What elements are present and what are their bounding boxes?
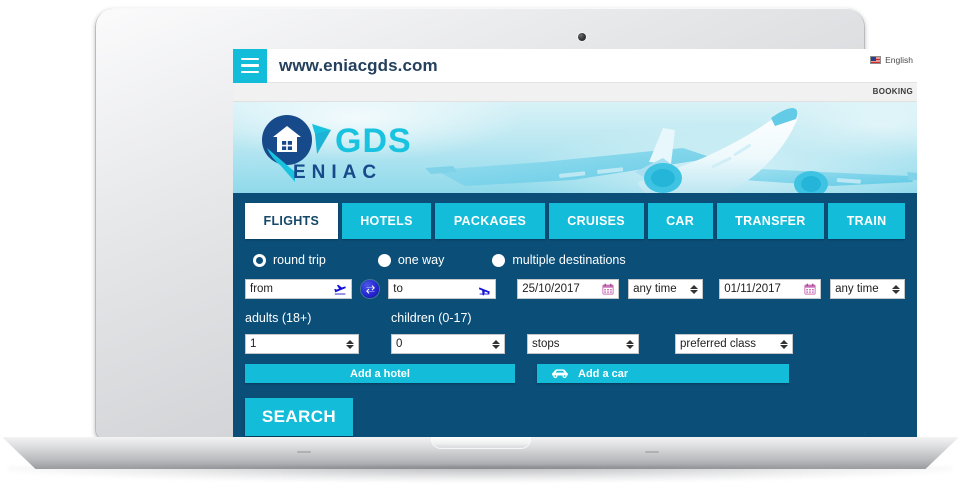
destination-input[interactable]: to (388, 279, 496, 299)
add-hotel-label: Add a hotel (350, 367, 410, 380)
return-time-value: any time (835, 283, 879, 295)
radio-round-trip-icon (253, 253, 266, 267)
radio-one-way[interactable]: one way (377, 253, 445, 267)
calendar-icon[interactable] (804, 283, 816, 295)
passenger-labels-row: adults (18+) children (0-17) (245, 311, 905, 325)
site-logo[interactable]: GDS ENIAC (251, 110, 416, 188)
stops-select[interactable]: stops (527, 334, 639, 354)
webcam-icon (578, 33, 586, 41)
depart-date-input[interactable]: 25/10/2017 (517, 279, 620, 299)
radio-multiple-destinations-label: multiple destinations (512, 253, 626, 267)
tab-cruises[interactable]: CRUISES (548, 203, 644, 239)
preferred-class-stepper-icon[interactable] (779, 338, 788, 351)
preferred-class-value: preferred class (680, 338, 757, 350)
return-date-input[interactable]: 01/11/2017 (719, 279, 822, 299)
laptop-lid: www.eniacgds.com English BOOKING GDS ENI… (95, 8, 917, 448)
tab-train[interactable]: TRAIN (828, 203, 905, 239)
adults-value: 1 (250, 338, 257, 350)
radio-multiple-destinations[interactable]: multiple destinations (492, 253, 626, 267)
adults-stepper-icon[interactable] (345, 338, 354, 351)
depart-time-value: any time (633, 283, 677, 295)
add-hotel-button[interactable]: Add a hotel (245, 364, 515, 383)
return-date-value: 01/11/2017 (724, 283, 781, 295)
laptop-base-vent-left (297, 451, 311, 453)
adults-stepper[interactable]: 1 (245, 334, 359, 354)
calendar-icon[interactable] (602, 283, 614, 295)
origin-input[interactable]: from (245, 279, 353, 299)
laptop-trackpad-notch (431, 437, 531, 449)
laptop-screen: www.eniacgds.com English BOOKING GDS ENI… (233, 49, 917, 448)
addons-row: Add a hotel Add a car (245, 364, 905, 383)
tab-flights[interactable]: FLIGHTS (245, 203, 338, 239)
booking-panel: FLIGHTS HOTELS PACKAGES CRUISES CAR TRAN… (233, 193, 917, 448)
laptop-shadow (8, 466, 953, 482)
site-header: www.eniacgds.com English (233, 49, 917, 83)
plane-arrival-icon (478, 286, 490, 295)
tab-car[interactable]: CAR (647, 203, 713, 239)
tab-packages[interactable]: PACKAGES (435, 203, 545, 239)
car-icon (552, 369, 568, 379)
depart-date-value: 25/10/2017 (522, 283, 580, 295)
hero-banner: GDS ENIAC (233, 102, 917, 193)
radio-round-trip-label: round trip (273, 253, 326, 267)
stops-value: stops (532, 338, 560, 350)
stops-stepper-icon[interactable] (625, 338, 634, 351)
depart-time-select[interactable]: any time (628, 279, 703, 299)
search-button[interactable]: SEARCH (245, 398, 353, 436)
return-time-select[interactable]: any time (830, 279, 905, 299)
radio-multiple-destinations-icon (492, 253, 506, 267)
language-label: English (885, 55, 913, 65)
booking-nav-item[interactable]: BOOKING (873, 87, 913, 96)
radio-one-way-label: one way (397, 253, 445, 267)
svg-text:GDS: GDS (335, 122, 412, 160)
passenger-and-options-row: 1 0 stops preferred class (245, 334, 905, 354)
children-label: children (0-17) (391, 311, 472, 325)
children-stepper-icon[interactable] (491, 338, 500, 351)
adults-label: adults (18+) (245, 311, 312, 325)
trip-type-group: round trip one way multiple destinations (245, 250, 905, 270)
route-and-dates-row: from to 25/10/2017 any time 01/11/2017 a… (245, 279, 905, 299)
site-url: www.eniacgds.com (279, 55, 438, 75)
swap-button[interactable] (361, 280, 380, 298)
return-time-stepper-icon[interactable] (891, 283, 900, 296)
destination-value: to (393, 283, 403, 295)
svg-text:ENIAC: ENIAC (293, 162, 382, 183)
airplane-photo (425, 108, 917, 193)
service-tabs: FLIGHTS HOTELS PACKAGES CRUISES CAR TRAN… (245, 203, 905, 239)
plane-departure-icon (334, 284, 347, 294)
add-car-button[interactable]: Add a car (537, 364, 789, 383)
depart-time-stepper-icon[interactable] (689, 283, 698, 296)
laptop-base-vent-right (645, 451, 659, 453)
swap-arrows-icon (365, 284, 375, 294)
site-subnav: BOOKING (233, 83, 917, 102)
origin-value: from (250, 283, 273, 295)
tab-transfer[interactable]: TRANSFER (716, 203, 825, 239)
radio-one-way-icon (377, 253, 391, 267)
add-car-label: Add a car (578, 367, 629, 380)
us-flag-icon (870, 56, 882, 64)
tab-hotels[interactable]: HOTELS (341, 203, 432, 239)
children-value: 0 (396, 338, 403, 350)
laptop-base (0, 437, 961, 489)
radio-round-trip[interactable]: round trip (253, 253, 326, 267)
children-stepper[interactable]: 0 (391, 334, 505, 354)
hamburger-icon[interactable] (233, 49, 267, 83)
preferred-class-select[interactable]: preferred class (675, 334, 793, 354)
screenshot-root: www.eniacgds.com English BOOKING GDS ENI… (0, 0, 961, 502)
language-selector[interactable]: English (870, 55, 913, 65)
